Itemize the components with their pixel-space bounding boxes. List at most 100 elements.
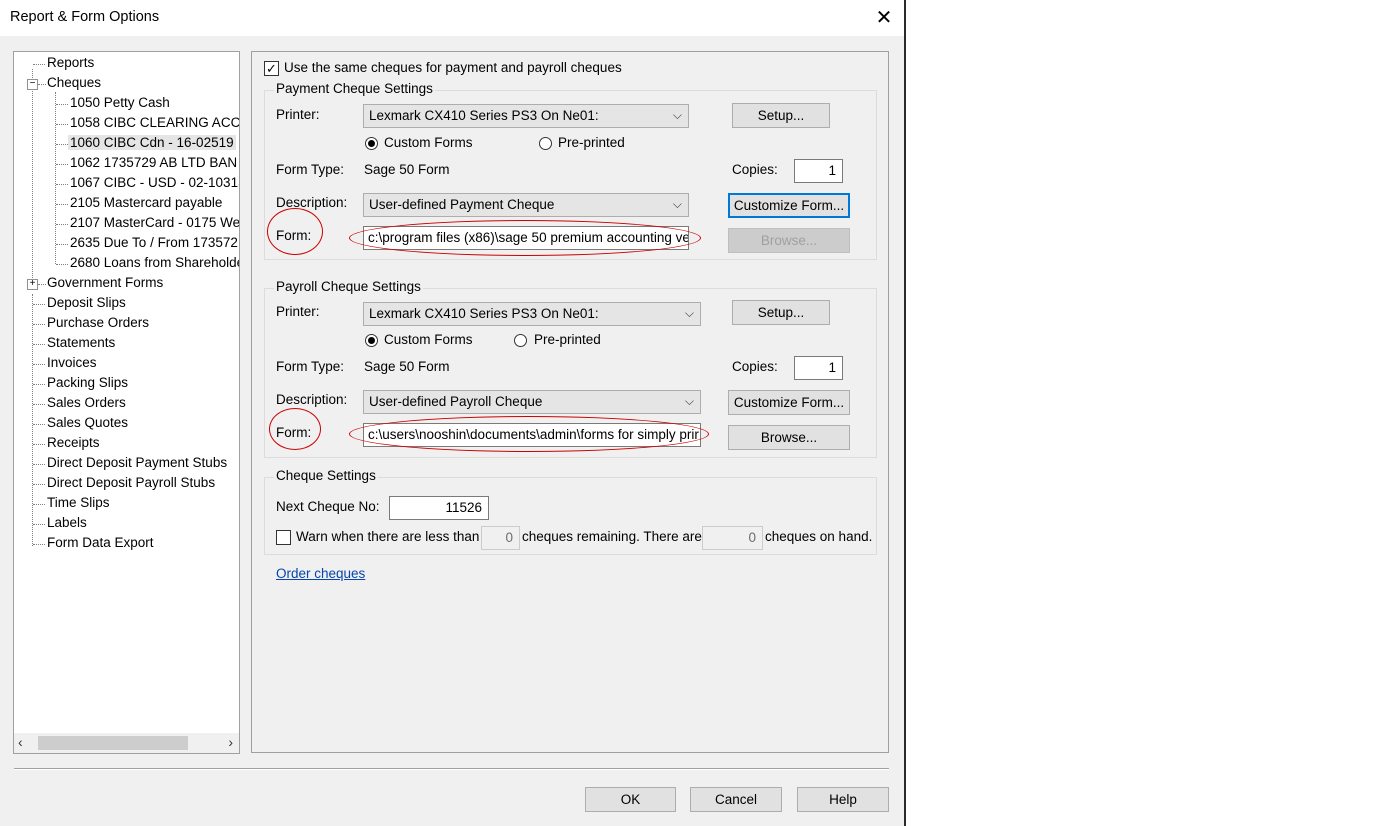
tree-item-account[interactable]: 1062 1735729 AB LTD BAN bbox=[68, 153, 239, 173]
payment-description-label: Description: bbox=[276, 195, 348, 210]
tree-item-label: Cheques bbox=[47, 75, 102, 90]
payment-custom-forms-radio[interactable] bbox=[365, 137, 378, 150]
tree-item[interactable]: Sales Quotes bbox=[45, 413, 130, 433]
payroll-setup-button[interactable]: Setup... bbox=[732, 300, 830, 325]
tree-item-government-forms[interactable]: Government Forms bbox=[45, 273, 165, 293]
tree-item-label: 2635 Due To / From 173572 bbox=[70, 235, 238, 250]
payment-form-path-input[interactable]: c:\program files (x86)\sage 50 premium a… bbox=[363, 226, 689, 250]
tree-item-label: 1060 CIBC Cdn - 16-02519 bbox=[68, 135, 236, 150]
tree-item[interactable]: Form Data Export bbox=[45, 533, 156, 553]
tree-item-label: Deposit Slips bbox=[47, 295, 126, 310]
tree-item[interactable]: Statements bbox=[45, 333, 117, 353]
tree-item-cheques[interactable]: Cheques bbox=[45, 73, 103, 93]
tree-item-account[interactable]: 2107 MasterCard - 0175 We bbox=[68, 213, 239, 233]
tree-item-label: 1050 Petty Cash bbox=[70, 95, 170, 110]
payroll-custom-forms-radio[interactable] bbox=[365, 334, 378, 347]
scroll-right-icon[interactable]: › bbox=[228, 734, 233, 750]
tree-item[interactable]: Receipts bbox=[45, 433, 102, 453]
remaining-label: cheques remaining. There are bbox=[522, 529, 702, 544]
cheques-on-hand-value: 0 bbox=[748, 530, 756, 545]
payment-customize-form-button[interactable]: Customize Form... bbox=[728, 193, 850, 218]
payment-form-type-label: Form Type: bbox=[276, 162, 345, 177]
tree-item-label: Reports bbox=[47, 55, 95, 70]
payment-preprinted-radio[interactable] bbox=[539, 137, 552, 150]
cheque-settings-title: Cheque Settings bbox=[274, 468, 378, 483]
cheques-on-hand-input[interactable]: 0 bbox=[702, 526, 763, 550]
same-cheques-label: Use the same cheques for payment and pay… bbox=[284, 60, 622, 75]
tree-item-label: 1067 CIBC - USD - 02-10315 bbox=[70, 175, 239, 190]
payment-copies-input[interactable]: 1 bbox=[794, 159, 843, 183]
scroll-left-icon[interactable]: ‹ bbox=[18, 734, 23, 750]
next-cheque-input[interactable]: 11526 bbox=[389, 496, 489, 520]
settings-panel: ✓ Use the same cheques for payment and p… bbox=[251, 51, 889, 753]
payroll-description-value: User-defined Payroll Cheque bbox=[369, 394, 543, 409]
payment-description-select[interactable]: User-defined Payment Cheque ⌵ bbox=[363, 193, 689, 217]
chevron-down-icon: ⌵ bbox=[672, 197, 682, 211]
tree-item-account[interactable]: 1058 CIBC CLEARING ACC bbox=[68, 113, 239, 133]
category-tree[interactable]: Reports − Cheques 1050 Petty Cash 1058 C… bbox=[13, 51, 240, 754]
warn-checkbox[interactable] bbox=[276, 530, 291, 545]
tree-item-account[interactable]: 1050 Petty Cash bbox=[68, 93, 172, 113]
collapse-icon[interactable]: − bbox=[27, 79, 38, 90]
payroll-printer-label: Printer: bbox=[276, 304, 320, 319]
tree-item[interactable]: Packing Slips bbox=[45, 373, 130, 393]
tree-item-label: 2107 MasterCard - 0175 We bbox=[70, 215, 239, 230]
payment-setup-button[interactable]: Setup... bbox=[732, 103, 830, 128]
payment-browse-button[interactable]: Browse... bbox=[728, 228, 850, 253]
warn-threshold-value: 0 bbox=[505, 530, 513, 545]
payment-form-path-value: c:\program files (x86)\sage 50 premium a… bbox=[368, 230, 689, 245]
tree-item-label: Labels bbox=[47, 515, 87, 530]
tree-item-account[interactable]: 2105 Mastercard payable bbox=[68, 193, 224, 213]
tree-item[interactable]: Invoices bbox=[45, 353, 99, 373]
help-button[interactable]: Help bbox=[797, 787, 889, 812]
tree-item-account-selected[interactable]: 1060 CIBC Cdn - 16-02519 bbox=[68, 133, 236, 153]
order-cheques-link[interactable]: Order cheques bbox=[276, 566, 365, 581]
payroll-printer-value: Lexmark CX410 Series PS3 On Ne01: bbox=[369, 306, 599, 321]
tree-item-label: Receipts bbox=[47, 435, 100, 450]
tree-item-label: Direct Deposit Payroll Stubs bbox=[47, 475, 216, 490]
on-hand-label: cheques on hand. bbox=[765, 529, 873, 544]
warn-label: Warn when there are less than bbox=[296, 529, 480, 544]
tree-item-label: Direct Deposit Payment Stubs bbox=[47, 455, 228, 470]
horizontal-scrollbar[interactable]: ‹ › bbox=[14, 733, 239, 753]
scroll-thumb[interactable] bbox=[38, 736, 188, 750]
payroll-preprinted-radio[interactable] bbox=[514, 334, 527, 347]
close-icon[interactable]: ✕ bbox=[866, 4, 902, 32]
tree-item-reports[interactable]: Reports bbox=[45, 53, 96, 73]
tree-item-account[interactable]: 1067 CIBC - USD - 02-10315 bbox=[68, 173, 239, 193]
payroll-copies-value: 1 bbox=[828, 360, 836, 375]
payroll-custom-forms-label: Custom Forms bbox=[384, 332, 473, 347]
tree-item[interactable]: Sales Orders bbox=[45, 393, 128, 413]
payment-copies-value: 1 bbox=[828, 163, 836, 178]
payroll-printer-select[interactable]: Lexmark CX410 Series PS3 On Ne01: ⌵ bbox=[363, 302, 701, 326]
tree-item-account[interactable]: 2680 Loans from Shareholde bbox=[68, 253, 239, 273]
tree-item-label: Sales Quotes bbox=[47, 415, 129, 430]
payment-printer-value: Lexmark CX410 Series PS3 On Ne01: bbox=[369, 108, 599, 123]
tree-item[interactable]: Purchase Orders bbox=[45, 313, 151, 333]
payroll-browse-button[interactable]: Browse... bbox=[728, 425, 850, 450]
tree-item[interactable]: Direct Deposit Payment Stubs bbox=[45, 453, 229, 473]
same-cheques-checkbox[interactable]: ✓ bbox=[264, 61, 279, 76]
tree-item-label: Statements bbox=[47, 335, 116, 350]
warn-threshold-input[interactable]: 0 bbox=[481, 526, 520, 550]
payroll-preprinted-label: Pre-printed bbox=[534, 332, 601, 347]
cancel-button[interactable]: Cancel bbox=[690, 787, 782, 812]
ok-button[interactable]: OK bbox=[585, 787, 676, 812]
tree-item-label: 2680 Loans from Shareholde bbox=[70, 255, 239, 270]
payroll-copies-label: Copies: bbox=[732, 359, 778, 374]
payroll-description-select[interactable]: User-defined Payroll Cheque ⌵ bbox=[363, 390, 701, 414]
tree-item[interactable]: Labels bbox=[45, 513, 89, 533]
payroll-customize-form-button[interactable]: Customize Form... bbox=[728, 390, 850, 415]
tree-item-label: 1062 1735729 AB LTD BAN bbox=[70, 155, 238, 170]
tree-item-label: Form Data Export bbox=[47, 535, 154, 550]
payroll-copies-input[interactable]: 1 bbox=[794, 356, 843, 380]
tree-item[interactable]: Direct Deposit Payroll Stubs bbox=[45, 473, 217, 493]
tree-item[interactable]: Time Slips bbox=[45, 493, 112, 513]
payment-printer-select[interactable]: Lexmark CX410 Series PS3 On Ne01: ⌵ bbox=[363, 104, 689, 128]
expand-icon[interactable]: + bbox=[27, 279, 38, 290]
payroll-form-path-input[interactable]: c:\users\nooshin\documents\admin\forms f… bbox=[363, 423, 701, 447]
payroll-group-title: Payroll Cheque Settings bbox=[274, 279, 423, 294]
tree-item-account[interactable]: 2635 Due To / From 173572 bbox=[68, 233, 239, 253]
tree-item-label: Time Slips bbox=[47, 495, 110, 510]
tree-item[interactable]: Deposit Slips bbox=[45, 293, 128, 313]
